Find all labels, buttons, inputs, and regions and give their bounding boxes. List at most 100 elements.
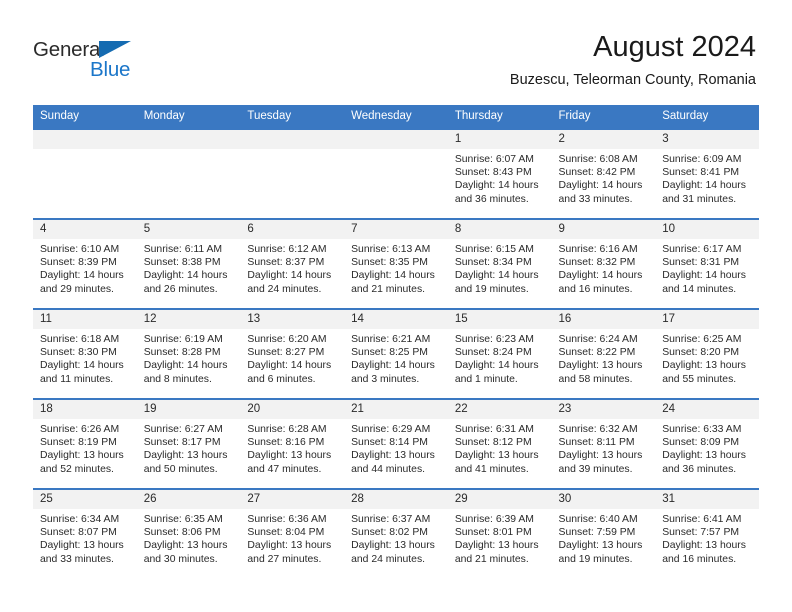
day-number <box>136 130 241 149</box>
calendar-day-cell[interactable]: 9 Sunrise: 6:16 AM Sunset: 8:32 PM Daylight… <box>551 218 656 309</box>
calendar-day-cell[interactable]: 25 Sunrise: 6:34 AM Sunset: 8:07 PM Dayligh… <box>33 488 137 578</box>
day-sunrise-line: Sunrise: 6:20 AM <box>247 334 327 345</box>
day-sunrise-line: Sunrise: 6:07 AM <box>454 154 534 165</box>
calendar-day-cell[interactable]: 4 Sunrise: 6:10 AM Sunset: 8:39 PM Daylight… <box>33 218 137 309</box>
day-sunrise-line: Sunrise: 6:29 AM <box>351 424 431 435</box>
day-sun-info: Sunrise: 6:11 AM Sunset: 8:38 PM Daylight:… <box>137 239 241 296</box>
day-daylight-line: and 19 minutes. <box>454 283 529 295</box>
day-sunrise-line: Sunrise: 6:15 AM <box>454 244 534 255</box>
day-sunset-line: Sunset: 8:39 PM <box>40 257 117 269</box>
day-number: 10 <box>655 220 759 239</box>
page-title: August 2024 <box>593 31 756 63</box>
calendar-day-cell-empty <box>240 128 345 219</box>
calendar-day-cell[interactable]: 24 Sunrise: 6:33 AM Sunset: 8:09 PM Dayligh… <box>655 398 759 489</box>
calendar-day-cell[interactable]: 1 Sunrise: 6:07 AM Sunset: 8:43 PM Daylight… <box>447 128 552 219</box>
calendar-day-cell[interactable]: 3 Sunrise: 6:09 AM Sunset: 8:41 PM Daylight… <box>655 128 759 219</box>
day-daylight-line: and 50 minutes. <box>143 463 218 475</box>
day-sunset-line: Sunset: 8:43 PM <box>454 167 532 179</box>
day-sun-info: Sunrise: 6:17 AM Sunset: 8:31 PM Daylight:… <box>655 239 759 296</box>
calendar-body: 1 Sunrise: 6:07 AM Sunset: 8:43 PM Daylight… <box>33 128 759 578</box>
calendar-day-cell[interactable]: 7 Sunrise: 6:13 AM Sunset: 8:35 PM Daylight… <box>344 218 448 309</box>
day-daylight-line: Daylight: 13 hours <box>558 360 643 372</box>
day-daylight-line: Daylight: 13 hours <box>454 450 539 462</box>
calendar-day-cell[interactable]: 5 Sunrise: 6:11 AM Sunset: 8:38 PM Daylight… <box>136 218 241 309</box>
day-sunset-line: Sunset: 8:32 PM <box>558 257 636 269</box>
calendar-day-cell[interactable]: 16 Sunrise: 6:24 AM Sunset: 8:22 PM Dayligh… <box>551 308 656 399</box>
calendar-day-cell[interactable]: 2 Sunrise: 6:08 AM Sunset: 8:42 PM Daylight… <box>551 128 656 219</box>
day-daylight-line: Daylight: 13 hours <box>351 540 435 552</box>
day-daylight-line: Daylight: 14 hours <box>351 360 435 372</box>
day-daylight-line: Daylight: 14 hours <box>247 270 332 282</box>
day-number: 30 <box>551 490 656 509</box>
day-daylight-line: and 1 minute. <box>454 373 518 385</box>
day-sunrise-line: Sunrise: 6:09 AM <box>662 154 742 165</box>
day-sun-info: Sunrise: 6:31 AM Sunset: 8:12 PM Daylight:… <box>448 419 552 476</box>
calendar-week-row: 11 Sunrise: 6:18 AM Sunset: 8:30 PM Dayligh… <box>33 308 759 399</box>
day-sun-info: Sunrise: 6:18 AM Sunset: 8:30 PM Daylight:… <box>33 329 137 386</box>
calendar-day-cell[interactable]: 10 Sunrise: 6:17 AM Sunset: 8:31 PM Dayligh… <box>655 218 759 309</box>
calendar-day-cell[interactable]: 21 Sunrise: 6:29 AM Sunset: 8:14 PM Dayligh… <box>344 398 448 489</box>
day-sunrise-line: Sunrise: 6:16 AM <box>558 244 638 255</box>
day-number: 27 <box>240 490 345 509</box>
day-number: 4 <box>33 220 137 239</box>
day-number: 14 <box>344 310 448 329</box>
calendar-day-cell[interactable]: 6 Sunrise: 6:12 AM Sunset: 8:37 PM Daylight… <box>240 218 345 309</box>
calendar-day-cell[interactable]: 28 Sunrise: 6:37 AM Sunset: 8:02 PM Dayligh… <box>344 488 448 578</box>
calendar-day-cell[interactable]: 17 Sunrise: 6:25 AM Sunset: 8:20 PM Dayligh… <box>655 308 759 399</box>
logo-text-blue: Blue <box>90 58 131 81</box>
calendar-day-cell[interactable]: 18 Sunrise: 6:26 AM Sunset: 8:19 PM Dayligh… <box>33 398 137 489</box>
day-daylight-line: Daylight: 13 hours <box>351 450 435 462</box>
day-sun-info: Sunrise: 6:34 AM Sunset: 8:07 PM Daylight:… <box>33 509 137 566</box>
day-sunset-line: Sunset: 8:37 PM <box>247 257 325 269</box>
day-sun-info: Sunrise: 6:37 AM Sunset: 8:02 PM Daylight:… <box>344 509 448 566</box>
day-sunset-line: Sunset: 8:20 PM <box>662 347 740 359</box>
location-subtitle: Buzescu, Teleorman County, Romania <box>509 72 756 88</box>
calendar-day-cell[interactable]: 19 Sunrise: 6:27 AM Sunset: 8:17 PM Dayligh… <box>136 398 241 489</box>
logo-triangle-icon <box>99 41 131 58</box>
day-number: 1 <box>447 130 552 149</box>
day-sun-info: Sunrise: 6:23 AM Sunset: 8:24 PM Daylight:… <box>448 329 552 386</box>
day-daylight-line: Daylight: 14 hours <box>558 180 643 192</box>
weekday-header-friday: Friday <box>551 105 656 129</box>
calendar-day-cell[interactable]: 30 Sunrise: 6:40 AM Sunset: 7:59 PM Dayligh… <box>551 488 656 578</box>
calendar-day-cell[interactable]: 23 Sunrise: 6:32 AM Sunset: 8:11 PM Dayligh… <box>551 398 656 489</box>
day-sunrise-line: Sunrise: 6:19 AM <box>143 334 223 345</box>
calendar-day-cell[interactable]: 26 Sunrise: 6:35 AM Sunset: 8:06 PM Dayligh… <box>136 488 241 578</box>
calendar-day-cell[interactable]: 27 Sunrise: 6:36 AM Sunset: 8:04 PM Dayligh… <box>240 488 345 578</box>
day-sun-info: Sunrise: 6:39 AM Sunset: 8:01 PM Daylight:… <box>448 509 552 566</box>
calendar-day-cell[interactable]: 14 Sunrise: 6:21 AM Sunset: 8:25 PM Dayligh… <box>344 308 448 399</box>
calendar-day-cell[interactable]: 31 Sunrise: 6:41 AM Sunset: 7:57 PM Dayligh… <box>655 488 759 578</box>
calendar-day-cell[interactable]: 22 Sunrise: 6:31 AM Sunset: 8:12 PM Dayligh… <box>447 398 552 489</box>
day-number: 24 <box>655 400 759 419</box>
day-daylight-line: and 36 minutes. <box>454 193 529 205</box>
day-number: 23 <box>551 400 656 419</box>
day-number: 16 <box>551 310 656 329</box>
calendar-day-cell[interactable]: 8 Sunrise: 6:15 AM Sunset: 8:34 PM Daylight… <box>447 218 552 309</box>
day-sunrise-line: Sunrise: 6:10 AM <box>40 244 120 255</box>
day-daylight-line: and 11 minutes. <box>40 373 114 385</box>
day-sun-info: Sunrise: 6:07 AM Sunset: 8:43 PM Daylight:… <box>448 149 552 206</box>
day-sunrise-line: Sunrise: 6:13 AM <box>351 244 431 255</box>
weekday-header-thursday: Thursday <box>447 105 552 129</box>
calendar-day-cell[interactable]: 15 Sunrise: 6:23 AM Sunset: 8:24 PM Dayligh… <box>447 308 552 399</box>
weekday-header-sunday: Sunday <box>33 105 137 129</box>
day-sunrise-line: Sunrise: 6:18 AM <box>40 334 120 345</box>
general-blue-logo[interactable]: General Blue <box>33 38 163 84</box>
day-daylight-line: and 6 minutes. <box>247 373 316 385</box>
calendar-day-cell[interactable]: 11 Sunrise: 6:18 AM Sunset: 8:30 PM Dayligh… <box>33 308 137 399</box>
calendar-day-cell[interactable]: 12 Sunrise: 6:19 AM Sunset: 8:28 PM Dayligh… <box>136 308 241 399</box>
day-daylight-line: Daylight: 13 hours <box>662 540 746 552</box>
calendar-day-cell[interactable]: 29 Sunrise: 6:39 AM Sunset: 8:01 PM Dayligh… <box>447 488 552 578</box>
day-daylight-line: Daylight: 14 hours <box>662 270 746 282</box>
day-daylight-line: and 52 minutes. <box>40 463 114 475</box>
calendar-week-row: 1 Sunrise: 6:07 AM Sunset: 8:43 PM Daylight… <box>33 128 759 219</box>
day-sunrise-line: Sunrise: 6:25 AM <box>662 334 742 345</box>
day-sun-info: Sunrise: 6:35 AM Sunset: 8:06 PM Daylight:… <box>137 509 241 566</box>
calendar-day-cell[interactable]: 13 Sunrise: 6:20 AM Sunset: 8:27 PM Dayligh… <box>240 308 345 399</box>
day-sunset-line: Sunset: 8:19 PM <box>40 437 117 449</box>
day-sunset-line: Sunset: 8:01 PM <box>454 527 532 539</box>
calendar-day-cell[interactable]: 20 Sunrise: 6:28 AM Sunset: 8:16 PM Dayligh… <box>240 398 345 489</box>
day-sun-info: Sunrise: 6:20 AM Sunset: 8:27 PM Daylight:… <box>240 329 344 386</box>
day-number: 12 <box>136 310 241 329</box>
day-number: 20 <box>240 400 345 419</box>
